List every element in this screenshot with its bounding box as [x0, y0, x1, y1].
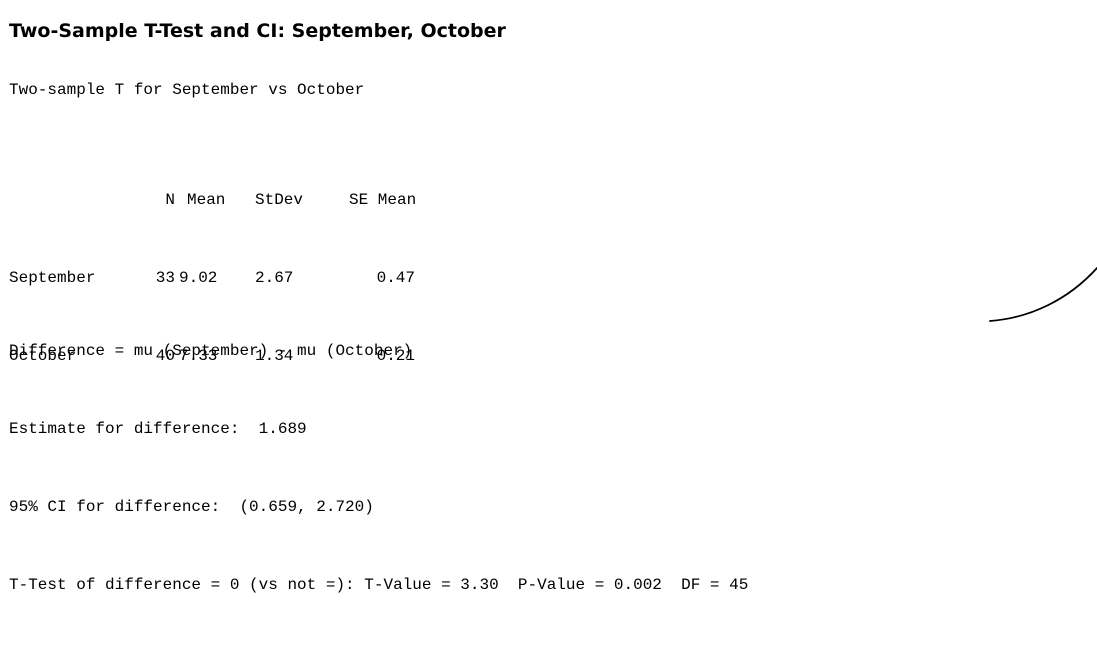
test-results: Difference = mu (September) - mu (Octobe… — [9, 286, 748, 650]
header-se-mean: SE Mean — [349, 191, 417, 209]
header-stdev: StDev — [255, 191, 304, 209]
ci-line: 95% CI for difference: (0.659, 2.720) — [9, 498, 374, 516]
header-n: N — [165, 191, 175, 209]
output-title: Two-Sample T-Test and CI: September, Oct… — [9, 20, 506, 42]
annotation-curve — [989, 267, 1097, 322]
table-header-row: N Mean StDev SE Mean — [9, 187, 416, 213]
session-output: Two-Sample T-Test and CI: September, Oct… — [0, 0, 1097, 594]
header-mean: Mean — [187, 191, 226, 209]
output-subtitle: Two-sample T for September vs October — [9, 81, 365, 99]
estimate-line: Estimate for difference: 1.689 — [9, 420, 307, 438]
ttest-line: T-Test of difference = 0 (vs not =): T-V… — [9, 576, 749, 594]
difference-line: Difference = mu (September) - mu (Octobe… — [9, 342, 413, 360]
